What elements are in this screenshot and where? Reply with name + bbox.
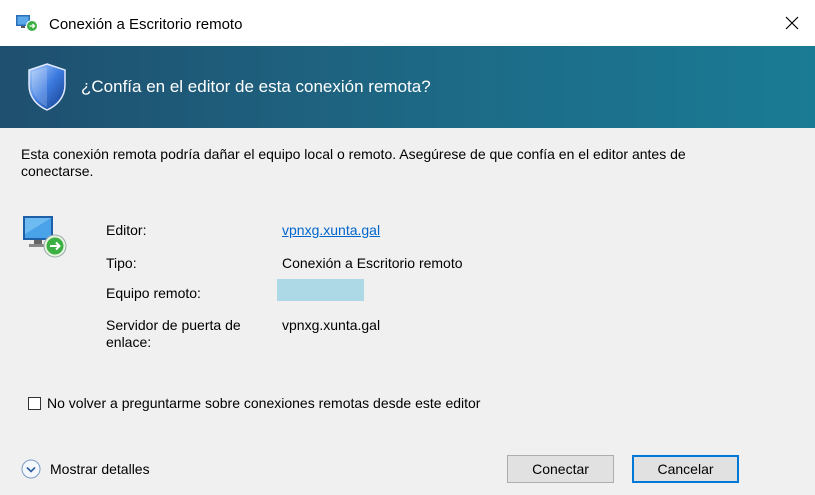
warning-description: Esta conexión remota podría dañar el equ… xyxy=(21,146,686,179)
header-banner: ¿Confía en el editor de esta conexión re… xyxy=(0,46,815,128)
dont-ask-again-label[interactable]: No volver a preguntarme sobre conexiones… xyxy=(47,395,480,411)
title-bar: Conexión a Escritorio remoto xyxy=(0,0,815,46)
shield-icon xyxy=(28,63,66,111)
dont-ask-again-option[interactable]: No volver a preguntarme sobre conexiones… xyxy=(28,394,480,412)
cancel-button[interactable]: Cancelar xyxy=(632,455,739,483)
show-details-label[interactable]: Mostrar detalles xyxy=(50,461,150,477)
show-details-toggle[interactable]: Mostrar detalles xyxy=(21,458,150,480)
gateway-label: Servidor de puerta de enlace: xyxy=(106,317,241,350)
banner-title: ¿Confía en el editor de esta conexión re… xyxy=(81,77,431,96)
dont-ask-again-checkbox[interactable] xyxy=(28,396,41,410)
type-value: Conexión a Escritorio remoto xyxy=(282,255,463,271)
window-title: Conexión a Escritorio remoto xyxy=(49,16,243,33)
gateway-value: vpnxg.xunta.gal xyxy=(282,317,381,333)
chevron-down-icon[interactable] xyxy=(21,459,41,479)
remote-computer-label: Equipo remoto: xyxy=(106,285,201,301)
close-button[interactable] xyxy=(769,0,815,46)
remote-desktop-app-icon xyxy=(16,15,38,32)
publisher-label: Editor: xyxy=(106,222,147,238)
publisher-link[interactable]: vpnxg.xunta.gal xyxy=(282,222,380,239)
dialog-content: Esta conexión remota podría dañar el equ… xyxy=(0,128,815,495)
close-icon xyxy=(785,16,799,30)
remote-desktop-icon xyxy=(23,216,67,258)
connect-button[interactable]: Conectar xyxy=(507,455,614,483)
type-label: Tipo: xyxy=(106,255,137,271)
remote-computer-value-redacted xyxy=(277,279,364,301)
